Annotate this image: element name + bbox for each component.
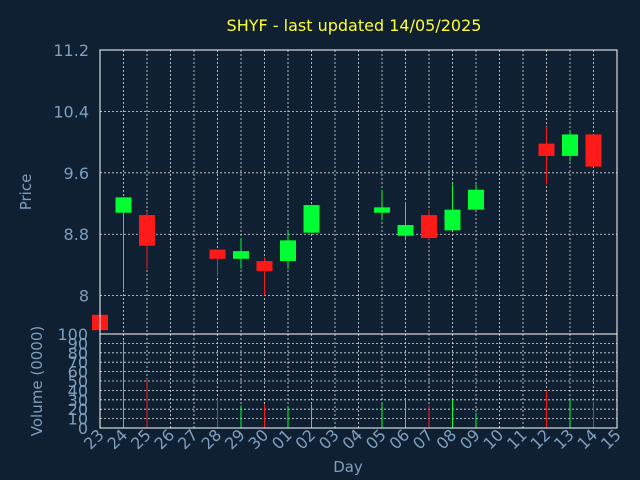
price-axis-label: Price [17,174,35,211]
price-tick-label: 11.2 [53,41,89,60]
candle-body [139,215,155,246]
x-axis-label: Day [333,458,363,476]
volume-tick-label: 100 [57,325,88,344]
x-axis: 2324252627282930010203040506070809101112… [80,425,625,453]
candle-body [209,249,226,259]
price-tick-label: 8.8 [64,225,89,244]
candle-body [280,240,296,262]
price-tick-label: 10.4 [53,102,89,121]
candle-body [468,189,484,210]
stock-chart: SHYF - last updated 14/05/2025 8 8.8 9.6 10… [0,0,640,480]
chart-title: SHYF - last updated 14/05/2025 [227,16,482,35]
candle-body [256,261,273,272]
candle-body [233,251,249,259]
candle-body [397,225,414,236]
candle-body [374,207,390,213]
candle-body [585,134,602,167]
volume-axis-label: Volume (0000) [28,326,46,436]
candle-body [303,205,320,233]
price-tick-label: 8 [79,287,89,306]
candle-body [115,197,132,213]
candle-body [562,134,578,156]
candle-body [444,209,461,231]
candle-body [538,143,555,156]
chart-background [0,0,640,480]
price-tick-label: 9.6 [64,164,89,183]
candle-body [421,215,437,239]
